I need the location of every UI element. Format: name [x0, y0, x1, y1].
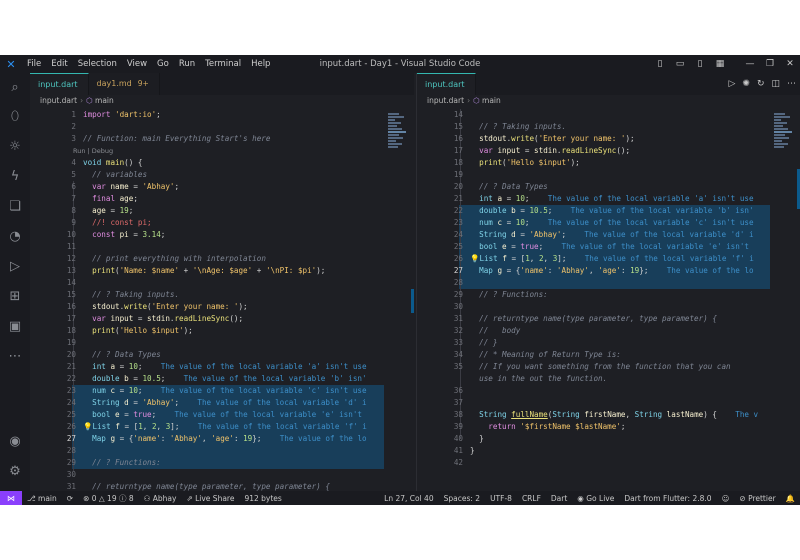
menu-help[interactable]: Help	[246, 55, 275, 73]
close-window-button[interactable]: ✕	[780, 59, 800, 69]
breadcrumb-symbol[interactable]: main	[95, 96, 114, 105]
toggle-secondary-sidebar-icon[interactable]: ▯	[690, 59, 710, 69]
explorer-icon[interactable]: ⌕	[0, 76, 30, 98]
problems-indicator[interactable]: ⊗ 0 △ 19 ⓘ 8	[78, 493, 139, 504]
go-live-label: Go Live	[586, 493, 615, 503]
problems-badge: 9+	[137, 79, 149, 88]
tab-input-dart[interactable]: input.dart	[30, 73, 89, 95]
source-control-icon[interactable]: ⬯	[0, 105, 30, 127]
docker-icon[interactable]: ▣	[0, 315, 30, 337]
cursor-position[interactable]: Ln 27, Col 40	[379, 494, 438, 503]
menu-view[interactable]: View	[122, 55, 152, 73]
title-bar: ✕ File Edit Selection View Go Run Termin…	[0, 55, 800, 73]
status-bar: ⋈ ⎇ main ⟳ ⊗ 0 △ 19 ⓘ 8 ⚇ Abhay ⇗ Live S…	[0, 491, 800, 505]
line-ending[interactable]: CRLF	[517, 494, 546, 503]
copy-icon[interactable]: ❏	[0, 195, 30, 217]
prettier-label: Prettier	[748, 493, 776, 503]
testing-icon[interactable]: ▷	[0, 255, 30, 277]
feedback-icon[interactable]: ☺	[717, 494, 735, 503]
live-share-label: Live Share	[195, 493, 235, 503]
activity-bar: ⌕ ⬯ ☼ ϟ ❏ ◔ ▷ ⊞ ▣ ⋯ ◉ ⚙	[0, 73, 30, 491]
menu-run[interactable]: Run	[174, 55, 200, 73]
file-size: 912 bytes	[244, 493, 282, 503]
vscode-window: ✕ File Edit Selection View Go Run Termin…	[0, 55, 800, 505]
run-debug-icon[interactable]: ☼	[0, 135, 30, 157]
toggle-panel-icon[interactable]: ▭	[670, 59, 690, 69]
prettier-button[interactable]: ⊘ Prettier	[734, 494, 780, 503]
menu-bar: File Edit Selection View Go Run Terminal…	[22, 55, 275, 73]
tab-day1-md[interactable]: day1.md 9+	[88, 73, 160, 95]
encoding[interactable]: UTF-8	[485, 494, 517, 503]
editor-group-right: input.dart ▷ ✺ ↻ ◫ ⋯ input.dart › ⬡ main 1…	[416, 73, 800, 491]
tab-label: day1.md	[96, 79, 132, 88]
debug-icon[interactable]: ✺	[742, 79, 750, 89]
code-editor-left[interactable]: 1 import 'dart:io'; 2 3// Function: main …	[30, 109, 414, 491]
remote-indicator-icon[interactable]: ⋈	[0, 491, 22, 505]
split-editor-icon[interactable]: ◫	[771, 79, 780, 89]
user-name: Abhay	[152, 493, 177, 503]
symbol-icon: ⬡	[86, 96, 93, 105]
remote-explorer-icon[interactable]: ◔	[0, 225, 30, 247]
tab-bar: input.dart ▷ ✺ ↻ ◫ ⋯	[417, 73, 800, 95]
tab-label: input.dart	[425, 79, 465, 89]
run-icon[interactable]: ▷	[728, 79, 735, 89]
menu-file[interactable]: File	[22, 55, 46, 73]
editor-group-left: input.dart day1.md 9+ input.dart › ⬡ main …	[30, 73, 414, 491]
code-editor-right[interactable]: 14 15 // ? Taking inputs. 16 stdout.writ…	[417, 109, 800, 491]
vertical-scrollbar[interactable]	[411, 289, 414, 313]
flutter-version[interactable]: Dart from Flutter: 2.8.0	[619, 494, 716, 503]
extensions-icon[interactable]: ⊞	[0, 285, 30, 307]
window-controls: ▯ ▭ ▯ ▦ — ❐ ✕	[650, 55, 800, 73]
tab-label: input.dart	[38, 79, 78, 89]
indentation[interactable]: Spaces: 2	[439, 494, 485, 503]
branch-name: main	[38, 493, 57, 503]
menu-terminal[interactable]: Terminal	[200, 55, 246, 73]
breadcrumb: input.dart › ⬡ main	[427, 96, 501, 105]
sync-icon[interactable]: ⟳	[62, 494, 78, 503]
account-indicator[interactable]: ⚇ Abhay	[139, 494, 182, 503]
vscode-logo: ✕	[6, 57, 16, 71]
minimap[interactable]	[774, 113, 792, 193]
toggle-sidebar-icon[interactable]: ▯	[650, 59, 670, 69]
breadcrumb-symbol[interactable]: main	[482, 96, 501, 105]
language-mode[interactable]: Dart	[546, 494, 572, 503]
customize-layout-icon[interactable]: ▦	[710, 59, 730, 69]
sync-icon[interactable]: ↻	[757, 79, 765, 89]
settings-gear-icon[interactable]: ⚙	[0, 460, 30, 482]
symbol-icon: ⬡	[473, 96, 480, 105]
menu-go[interactable]: Go	[152, 55, 174, 73]
more-actions-icon[interactable]: ⋯	[787, 79, 796, 89]
menu-selection[interactable]: Selection	[73, 55, 122, 73]
menu-edit[interactable]: Edit	[46, 55, 72, 73]
minimap[interactable]	[388, 113, 406, 193]
branch-indicator[interactable]: ⎇ main	[22, 494, 62, 503]
tab-bar: input.dart day1.md 9+	[30, 73, 414, 95]
more-icon[interactable]: ⋯	[0, 345, 30, 367]
accounts-icon[interactable]: ◉	[0, 430, 30, 452]
restore-button[interactable]: ❐	[760, 59, 780, 69]
editor-actions: ▷ ✺ ↻ ◫ ⋯	[728, 73, 796, 95]
go-live-button[interactable]: ◉ Go Live	[572, 494, 619, 503]
minimize-button[interactable]: —	[740, 59, 760, 69]
breadcrumb: input.dart › ⬡ main	[40, 96, 114, 105]
live-share-button[interactable]: ⇗ Live Share	[181, 494, 239, 503]
lightning-icon[interactable]: ϟ	[0, 165, 30, 187]
breadcrumb-file[interactable]: input.dart	[427, 96, 464, 105]
codelens-run-debug[interactable]: Run | Debug	[73, 145, 384, 157]
notifications-bell-icon[interactable]: 🔔	[781, 494, 800, 503]
tab-input-dart[interactable]: input.dart	[417, 73, 476, 95]
breadcrumb-file[interactable]: input.dart	[40, 96, 77, 105]
